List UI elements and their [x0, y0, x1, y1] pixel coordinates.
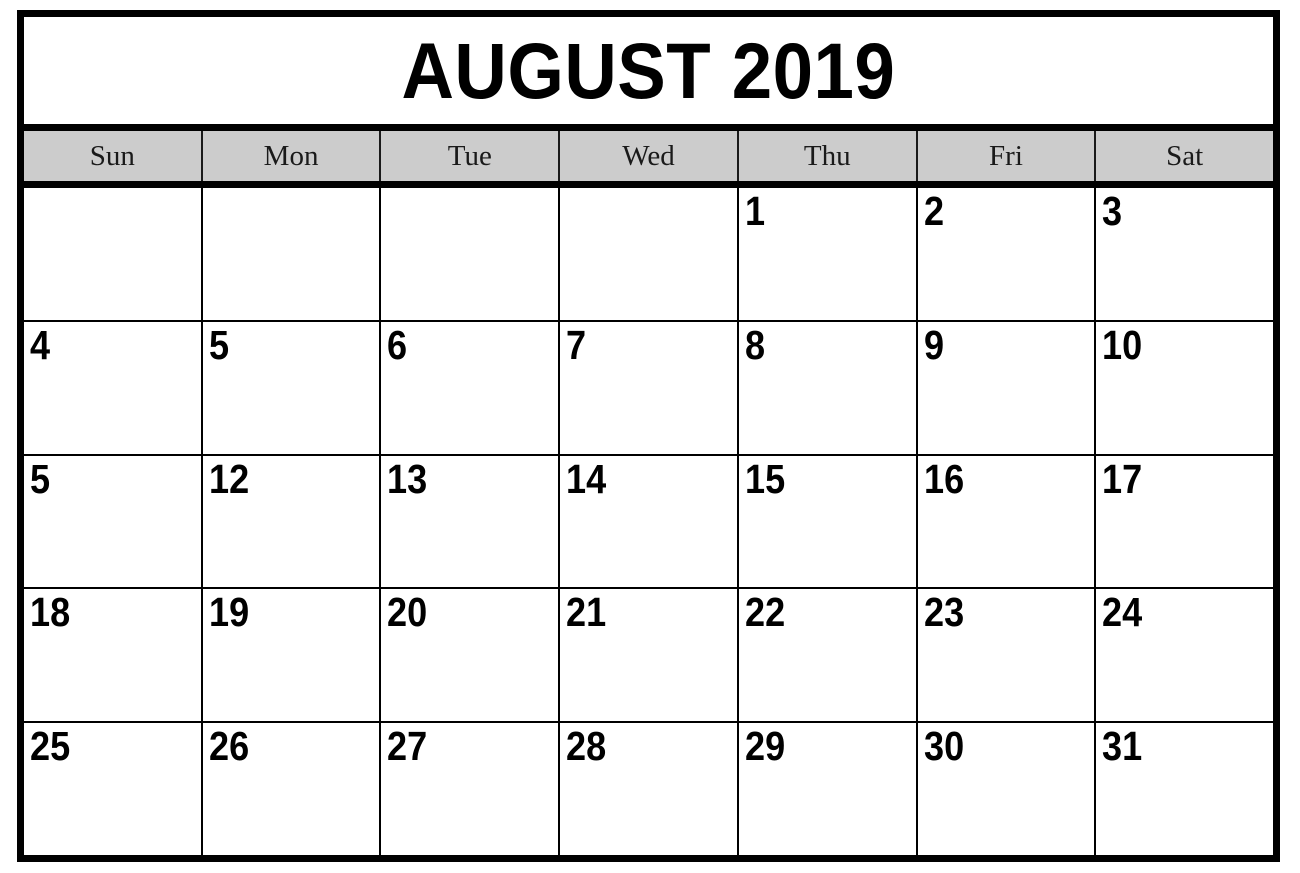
date-number: 14	[566, 455, 607, 502]
date-number: 31	[1102, 723, 1143, 770]
weekday-header-sat: Sat	[1096, 131, 1274, 181]
date-number: 25	[30, 723, 71, 770]
day-cell[interactable]: 13	[381, 455, 561, 588]
date-number: 5	[30, 455, 51, 502]
week-row: 18 19 20 21 22 23 24	[24, 589, 1274, 724]
day-cell[interactable]: 2	[917, 188, 1097, 320]
day-cell[interactable]: 21	[560, 589, 739, 722]
day-cell[interactable]: 25	[24, 723, 203, 855]
week-row: 1 2 3	[24, 188, 1274, 322]
weekday-label: Wed	[622, 139, 675, 172]
page-title: AUGUST 2019	[401, 26, 896, 115]
day-cell[interactable]: 16	[917, 455, 1097, 588]
weekday-header-sun: Sun	[24, 131, 203, 181]
weekday-header-thu: Thu	[738, 131, 918, 181]
weekday-header-mon: Mon	[202, 131, 382, 181]
date-number: 16	[923, 455, 964, 502]
day-cell[interactable]: 29	[738, 723, 918, 855]
week-row: 5 12 13 14 15 16 17	[24, 455, 1274, 590]
date-number: 12	[208, 455, 249, 502]
day-cell[interactable]	[381, 188, 561, 320]
date-number: 1	[744, 188, 765, 234]
day-cell[interactable]: 12	[202, 455, 382, 588]
weekday-header-row: Sun Mon Tue Wed Thu Fri Sat	[24, 131, 1274, 188]
calendar-frame: AUGUST 2019 Sun Mon Tue Wed Thu Fri Sat …	[17, 10, 1280, 862]
week-row: 25 26 27 28 29 30 31	[24, 723, 1274, 855]
day-cell[interactable]	[202, 188, 382, 320]
date-number: 3	[1102, 188, 1123, 234]
weekday-label: Thu	[803, 139, 851, 172]
day-cell[interactable]: 22	[738, 589, 918, 722]
weekday-label: Sun	[89, 139, 135, 172]
date-number: 6	[387, 321, 408, 368]
day-cell[interactable]: 7	[560, 321, 739, 454]
calendar-title-band: AUGUST 2019	[24, 17, 1273, 131]
date-number: 27	[387, 723, 428, 770]
day-cell[interactable]: 5	[24, 455, 203, 588]
weekday-header-fri: Fri	[917, 131, 1097, 181]
weekday-label: Tue	[447, 139, 492, 172]
weekday-label: Mon	[263, 139, 319, 172]
date-number: 26	[208, 723, 249, 770]
date-grid: 1 2 3 4 5 6 7 8 9 10 5 12 13 14 15 16 17	[24, 188, 1274, 855]
date-number: 23	[923, 589, 964, 636]
day-cell[interactable]: 6	[381, 321, 561, 454]
day-cell[interactable]: 8	[738, 321, 918, 454]
calendar-page: AUGUST 2019 Sun Mon Tue Wed Thu Fri Sat …	[0, 0, 1300, 873]
date-number: 10	[1102, 321, 1143, 368]
day-cell[interactable]: 27	[381, 723, 561, 855]
day-cell[interactable]	[560, 188, 739, 320]
date-number: 21	[566, 589, 607, 636]
date-number: 4	[30, 321, 51, 368]
date-number: 18	[30, 589, 71, 636]
day-cell[interactable]: 10	[1096, 321, 1274, 454]
date-number: 28	[566, 723, 607, 770]
day-cell[interactable]: 1	[738, 188, 918, 320]
date-number: 13	[387, 455, 428, 502]
day-cell[interactable]: 3	[1096, 188, 1274, 320]
date-number: 30	[923, 723, 964, 770]
weekday-label: Sat	[1166, 139, 1204, 172]
day-cell[interactable]: 14	[560, 455, 739, 588]
day-cell[interactable]: 24	[1096, 589, 1274, 722]
day-cell[interactable]: 4	[24, 321, 203, 454]
date-number: 5	[208, 321, 229, 368]
day-cell[interactable]: 30	[917, 723, 1097, 855]
date-number: 29	[744, 723, 786, 770]
date-number: 2	[923, 188, 944, 234]
day-cell[interactable]: 31	[1096, 723, 1274, 855]
day-cell[interactable]: 18	[24, 589, 203, 722]
day-cell[interactable]: 15	[738, 455, 918, 588]
day-cell[interactable]: 20	[381, 589, 561, 722]
day-cell[interactable]: 5	[202, 321, 382, 454]
day-cell[interactable]: 26	[202, 723, 382, 855]
day-cell[interactable]: 28	[560, 723, 739, 855]
date-number: 24	[1102, 589, 1143, 636]
date-number: 20	[387, 589, 428, 636]
day-cell[interactable]: 23	[917, 589, 1097, 722]
date-number: 7	[566, 321, 587, 368]
date-number: 8	[744, 321, 765, 368]
day-cell[interactable]: 9	[917, 321, 1097, 454]
date-number: 17	[1102, 455, 1143, 502]
date-number: 22	[744, 589, 786, 636]
date-number: 9	[923, 321, 944, 368]
weekday-header-tue: Tue	[381, 131, 561, 181]
weekday-label: Fri	[989, 139, 1023, 172]
day-cell[interactable]	[24, 188, 203, 320]
weekday-header-wed: Wed	[560, 131, 739, 181]
day-cell[interactable]: 17	[1096, 455, 1274, 588]
week-row: 4 5 6 7 8 9 10	[24, 321, 1274, 456]
date-number: 15	[744, 455, 786, 502]
date-number: 19	[208, 589, 249, 636]
day-cell[interactable]: 19	[202, 589, 382, 722]
